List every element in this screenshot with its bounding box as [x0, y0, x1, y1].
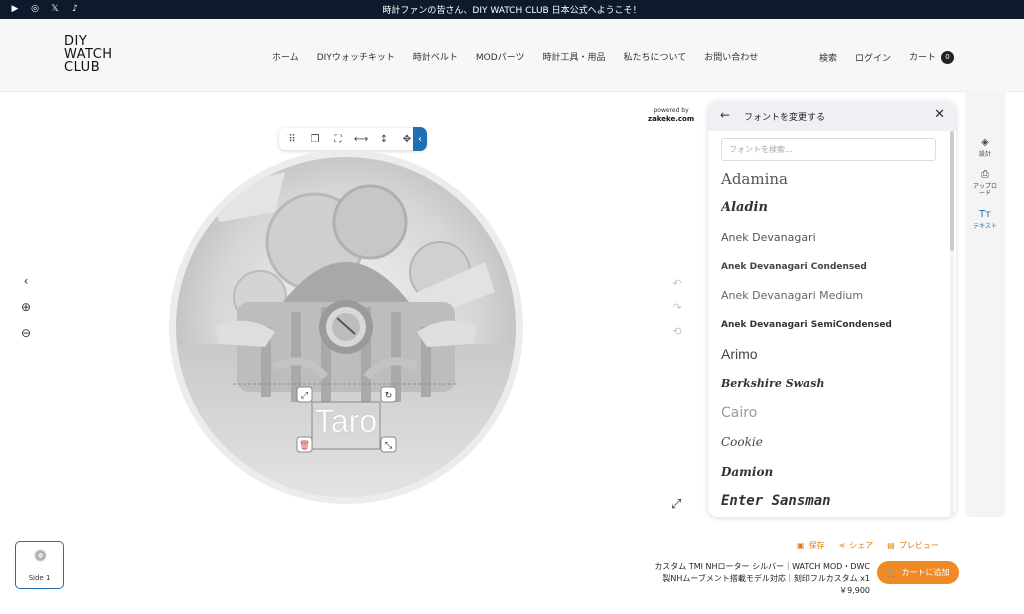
main-nav: ホーム DIYウォッチキット 時計ベルト MODパーツ 時計工具・用品 私たちに…: [272, 50, 758, 63]
font-option[interactable]: Anek Devanagari Medium: [721, 281, 941, 310]
scrollbar-thumb[interactable]: [950, 131, 954, 251]
product-summary: カスタム TMI NHローター シルバー｜WATCH MOD・DWC製NHムーブ…: [652, 561, 870, 597]
site-header: DIY WATCH CLUB ホーム DIYウォッチキット 時計ベルト MODパ…: [0, 19, 1024, 92]
nav-about[interactable]: 私たちについて: [623, 50, 686, 63]
svg-text:🗑: 🗑: [299, 440, 310, 451]
fullscreen-icon[interactable]: ⤢: [671, 497, 681, 512]
center-horizontal-icon[interactable]: ⟷: [352, 130, 370, 148]
login-link[interactable]: ログイン: [855, 51, 891, 64]
cart-count-badge: 0: [941, 51, 954, 64]
add-to-cart-button[interactable]: 🛒 カートに追加: [877, 561, 959, 584]
rotate-handle-icon[interactable]: ↻: [380, 386, 397, 403]
svg-text:⤢: ⤢: [300, 391, 308, 401]
zoom-out-icon[interactable]: ⊖: [18, 326, 34, 340]
collapse-toolbar-button[interactable]: ‹: [413, 127, 427, 151]
undo-icon[interactable]: ↶: [670, 276, 684, 290]
share-icon: ⋖: [838, 541, 846, 550]
zoom-in-icon[interactable]: ⊕: [18, 300, 34, 314]
product-price: ￥9,900: [839, 586, 870, 595]
side-rail: ◈ 設計 ⎙ アップロード Tт テキスト: [965, 91, 1005, 517]
cart-label: カート: [908, 53, 936, 63]
history-tools: ↶ ↷ ⟲: [670, 276, 684, 338]
text-icon: Tт: [979, 209, 991, 220]
gear-top: [332, 184, 408, 260]
nav-mod-parts[interactable]: MODパーツ: [476, 50, 525, 63]
back-arrow-icon[interactable]: ←: [720, 108, 730, 122]
announcement-message: 時計ファンの皆さん、DIY WATCH CLUB 日本公式へようこそ！: [382, 6, 642, 16]
rail-item-upload[interactable]: ⎙ アップロード: [965, 169, 1005, 197]
side-thumbnail-image: [34, 549, 47, 562]
nav-contact[interactable]: お問い合わせ: [704, 50, 758, 63]
delete-handle-icon[interactable]: 🗑: [296, 436, 313, 453]
powered-by[interactable]: powered by zakeke.com: [648, 107, 694, 124]
svg-text:⤡: ⤡: [385, 441, 392, 451]
nav-watch-belt[interactable]: 時計ベルト: [413, 50, 458, 63]
font-list: Adamina Aladin Anek Devanagari Anek Devanag…: [721, 164, 941, 516]
preview-button[interactable]: ▤ プレビュー: [887, 540, 939, 551]
font-option[interactable]: Enter Sansman: [721, 486, 941, 515]
nav-watch-tools[interactable]: 時計工具・用品: [542, 50, 605, 63]
font-option[interactable]: Anek Devanagari Condensed: [721, 252, 941, 281]
canvas-left-tools: ‹ ⊕ ⊖: [18, 274, 34, 340]
rail-item-design[interactable]: ◈ 設計: [965, 137, 1005, 158]
duplicate-icon[interactable]: ❐: [306, 130, 324, 148]
reset-icon[interactable]: ⟲: [670, 324, 684, 338]
redo-icon[interactable]: ↷: [670, 300, 684, 314]
share-button[interactable]: ⋖ シェア: [839, 540, 874, 551]
design-actions: ▣ 保存 ⋖ シェア ▤ プレビュー: [797, 540, 939, 551]
chevron-left-icon[interactable]: ‹: [18, 274, 34, 288]
product-quantity: x1: [860, 574, 870, 583]
save-button[interactable]: ▣ 保存: [797, 540, 825, 551]
preview-icon: ▤: [887, 541, 895, 550]
product-title: カスタム TMI NHローター シルバー｜WATCH MOD・DWC製NHムーブ…: [654, 562, 870, 583]
drag-handle-icon[interactable]: ⠿: [283, 130, 301, 148]
watch-rotor-preview: Taro ⤢ ↻ 🗑 ⤡: [169, 152, 523, 504]
nav-home[interactable]: ホーム: [272, 50, 299, 63]
font-list-scrollbar[interactable]: [950, 131, 954, 517]
upload-file-icon: ⎙: [981, 169, 989, 180]
font-option[interactable]: Aladin: [721, 193, 941, 222]
nav-diy-watch-kit[interactable]: DIYウォッチキット: [317, 50, 395, 63]
center-vertical-icon[interactable]: ↕: [375, 130, 393, 148]
font-option[interactable]: Anek Devanagari SemiCondensed: [721, 310, 941, 339]
font-option[interactable]: Berkshire Swash: [721, 369, 941, 398]
font-option[interactable]: Cairo: [721, 398, 941, 427]
side-thumbnail[interactable]: Side 1: [15, 541, 64, 589]
font-option[interactable]: Adamina: [721, 164, 941, 193]
font-picker-panel: ← フォントを変更する ✕ AdaminaAladinAnek Devanaga…: [708, 101, 956, 517]
resize-handle-icon[interactable]: ⤢: [296, 386, 313, 403]
svg-text:↻: ↻: [385, 391, 393, 401]
font-option[interactable]: Cookie: [721, 428, 941, 457]
object-toolbar: ⠿ ❐ ⛶ ⟷ ↕ ✥ ‹: [279, 127, 427, 151]
header-actions: 検索 ログイン カート 0: [819, 50, 954, 64]
font-option[interactable]: Arimo: [721, 340, 941, 369]
announcement-bar: ▶ ◎ 𝕏 ♪ 時計ファンの皆さん、DIY WATCH CLUB 日本公式へよう…: [0, 0, 1024, 19]
side-thumbnail-label: Side 1: [28, 574, 51, 582]
fit-icon[interactable]: ⛶: [329, 130, 347, 148]
font-option[interactable]: Damion: [721, 457, 941, 486]
site-logo[interactable]: DIY WATCH CLUB: [64, 35, 128, 74]
font-option[interactable]: Anek Devanagari: [721, 223, 941, 252]
cart-link[interactable]: カート 0: [909, 50, 954, 64]
font-picker-title: フォントを変更する: [744, 113, 826, 123]
font-picker-header: ← フォントを変更する ✕: [708, 101, 956, 131]
engraved-text[interactable]: Taro: [315, 403, 378, 440]
cart-icon: 🛒: [886, 568, 897, 577]
save-icon: ▣: [797, 541, 805, 550]
scale-handle-icon[interactable]: ⤡: [380, 436, 397, 453]
close-icon[interactable]: ✕: [934, 107, 945, 122]
font-search-input[interactable]: [721, 138, 936, 161]
search-link[interactable]: 検索: [819, 51, 837, 64]
layers-icon: ◈: [981, 137, 989, 148]
rail-item-text[interactable]: Tт テキスト: [965, 209, 1005, 230]
